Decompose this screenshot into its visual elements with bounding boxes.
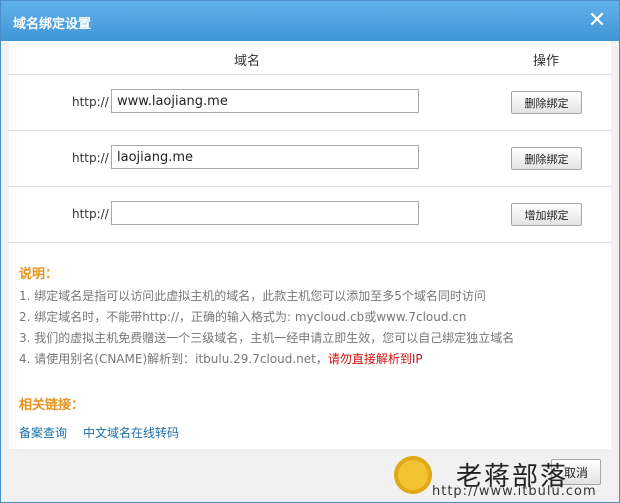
domain-input-new[interactable] — [111, 201, 419, 225]
dialog-footer: 取消 — [1, 449, 619, 502]
notes-title: 说明： — [19, 267, 59, 282]
dialog-titlebar: 域名绑定设置 ✕ — [1, 1, 619, 41]
http-prefix-label: http:// — [72, 95, 109, 109]
cancel-button[interactable]: 取消 — [551, 459, 601, 485]
note-item-4-text: 4. 请使用别名(CNAME)解析到：itbulu.29.7cloud.net， — [19, 352, 328, 366]
add-binding-button[interactable]: 增加绑定 — [511, 203, 582, 226]
domain-row-2: http:// 删除绑定 — [9, 131, 611, 187]
http-prefix-label: http:// — [72, 207, 109, 221]
dialog-title: 域名绑定设置 — [13, 17, 92, 32]
content-panel: 域名 操作 http:// 删除绑定 http:// 删除绑定 http:// … — [9, 41, 611, 449]
domain-input-2[interactable] — [111, 145, 419, 169]
link-idn-converter[interactable]: 中文域名在线转码 — [83, 424, 179, 441]
domain-binding-dialog: 域名绑定设置 ✕ 域名 操作 http:// 删除绑定 http:// 删除绑定… — [0, 0, 620, 503]
delete-binding-button-2[interactable]: 删除绑定 — [511, 147, 582, 170]
close-icon[interactable]: ✕ — [585, 9, 609, 33]
domain-row-3: http:// 增加绑定 — [9, 187, 611, 243]
domain-input-1[interactable] — [111, 89, 419, 113]
note-item-4: 4. 请使用别名(CNAME)解析到：itbulu.29.7cloud.net，… — [19, 352, 609, 373]
note-item-3: 3. 我们的虚拟主机免费赠送一个三级域名，主机一经申请立即生效，您可以自己绑定独… — [19, 331, 515, 345]
notes-list: 1. 绑定域名是指可以访问此虚拟主机的域名，此款主机您可以添加至多5个域名同时访… — [19, 289, 609, 373]
note-item-1: 1. 绑定域名是指可以访问此虚拟主机的域名，此款主机您可以添加至多5个域名同时访… — [19, 289, 486, 303]
link-icp-query[interactable]: 备案查询 — [19, 424, 67, 441]
table-header: 域名 操作 — [9, 41, 611, 75]
related-links-title: 相关链接： — [19, 398, 85, 413]
note-warning: 请勿直接解析到IP — [327, 352, 423, 366]
http-prefix-label: http:// — [72, 151, 109, 165]
column-header-operation: 操作 — [533, 54, 560, 69]
note-item-2: 2. 绑定域名时，不能带http://，正确的输入格式为: mycloud.cb… — [19, 310, 467, 324]
column-header-domain: 域名 — [234, 54, 261, 69]
delete-binding-button-1[interactable]: 删除绑定 — [511, 91, 582, 114]
domain-row-1: http:// 删除绑定 — [9, 75, 611, 131]
